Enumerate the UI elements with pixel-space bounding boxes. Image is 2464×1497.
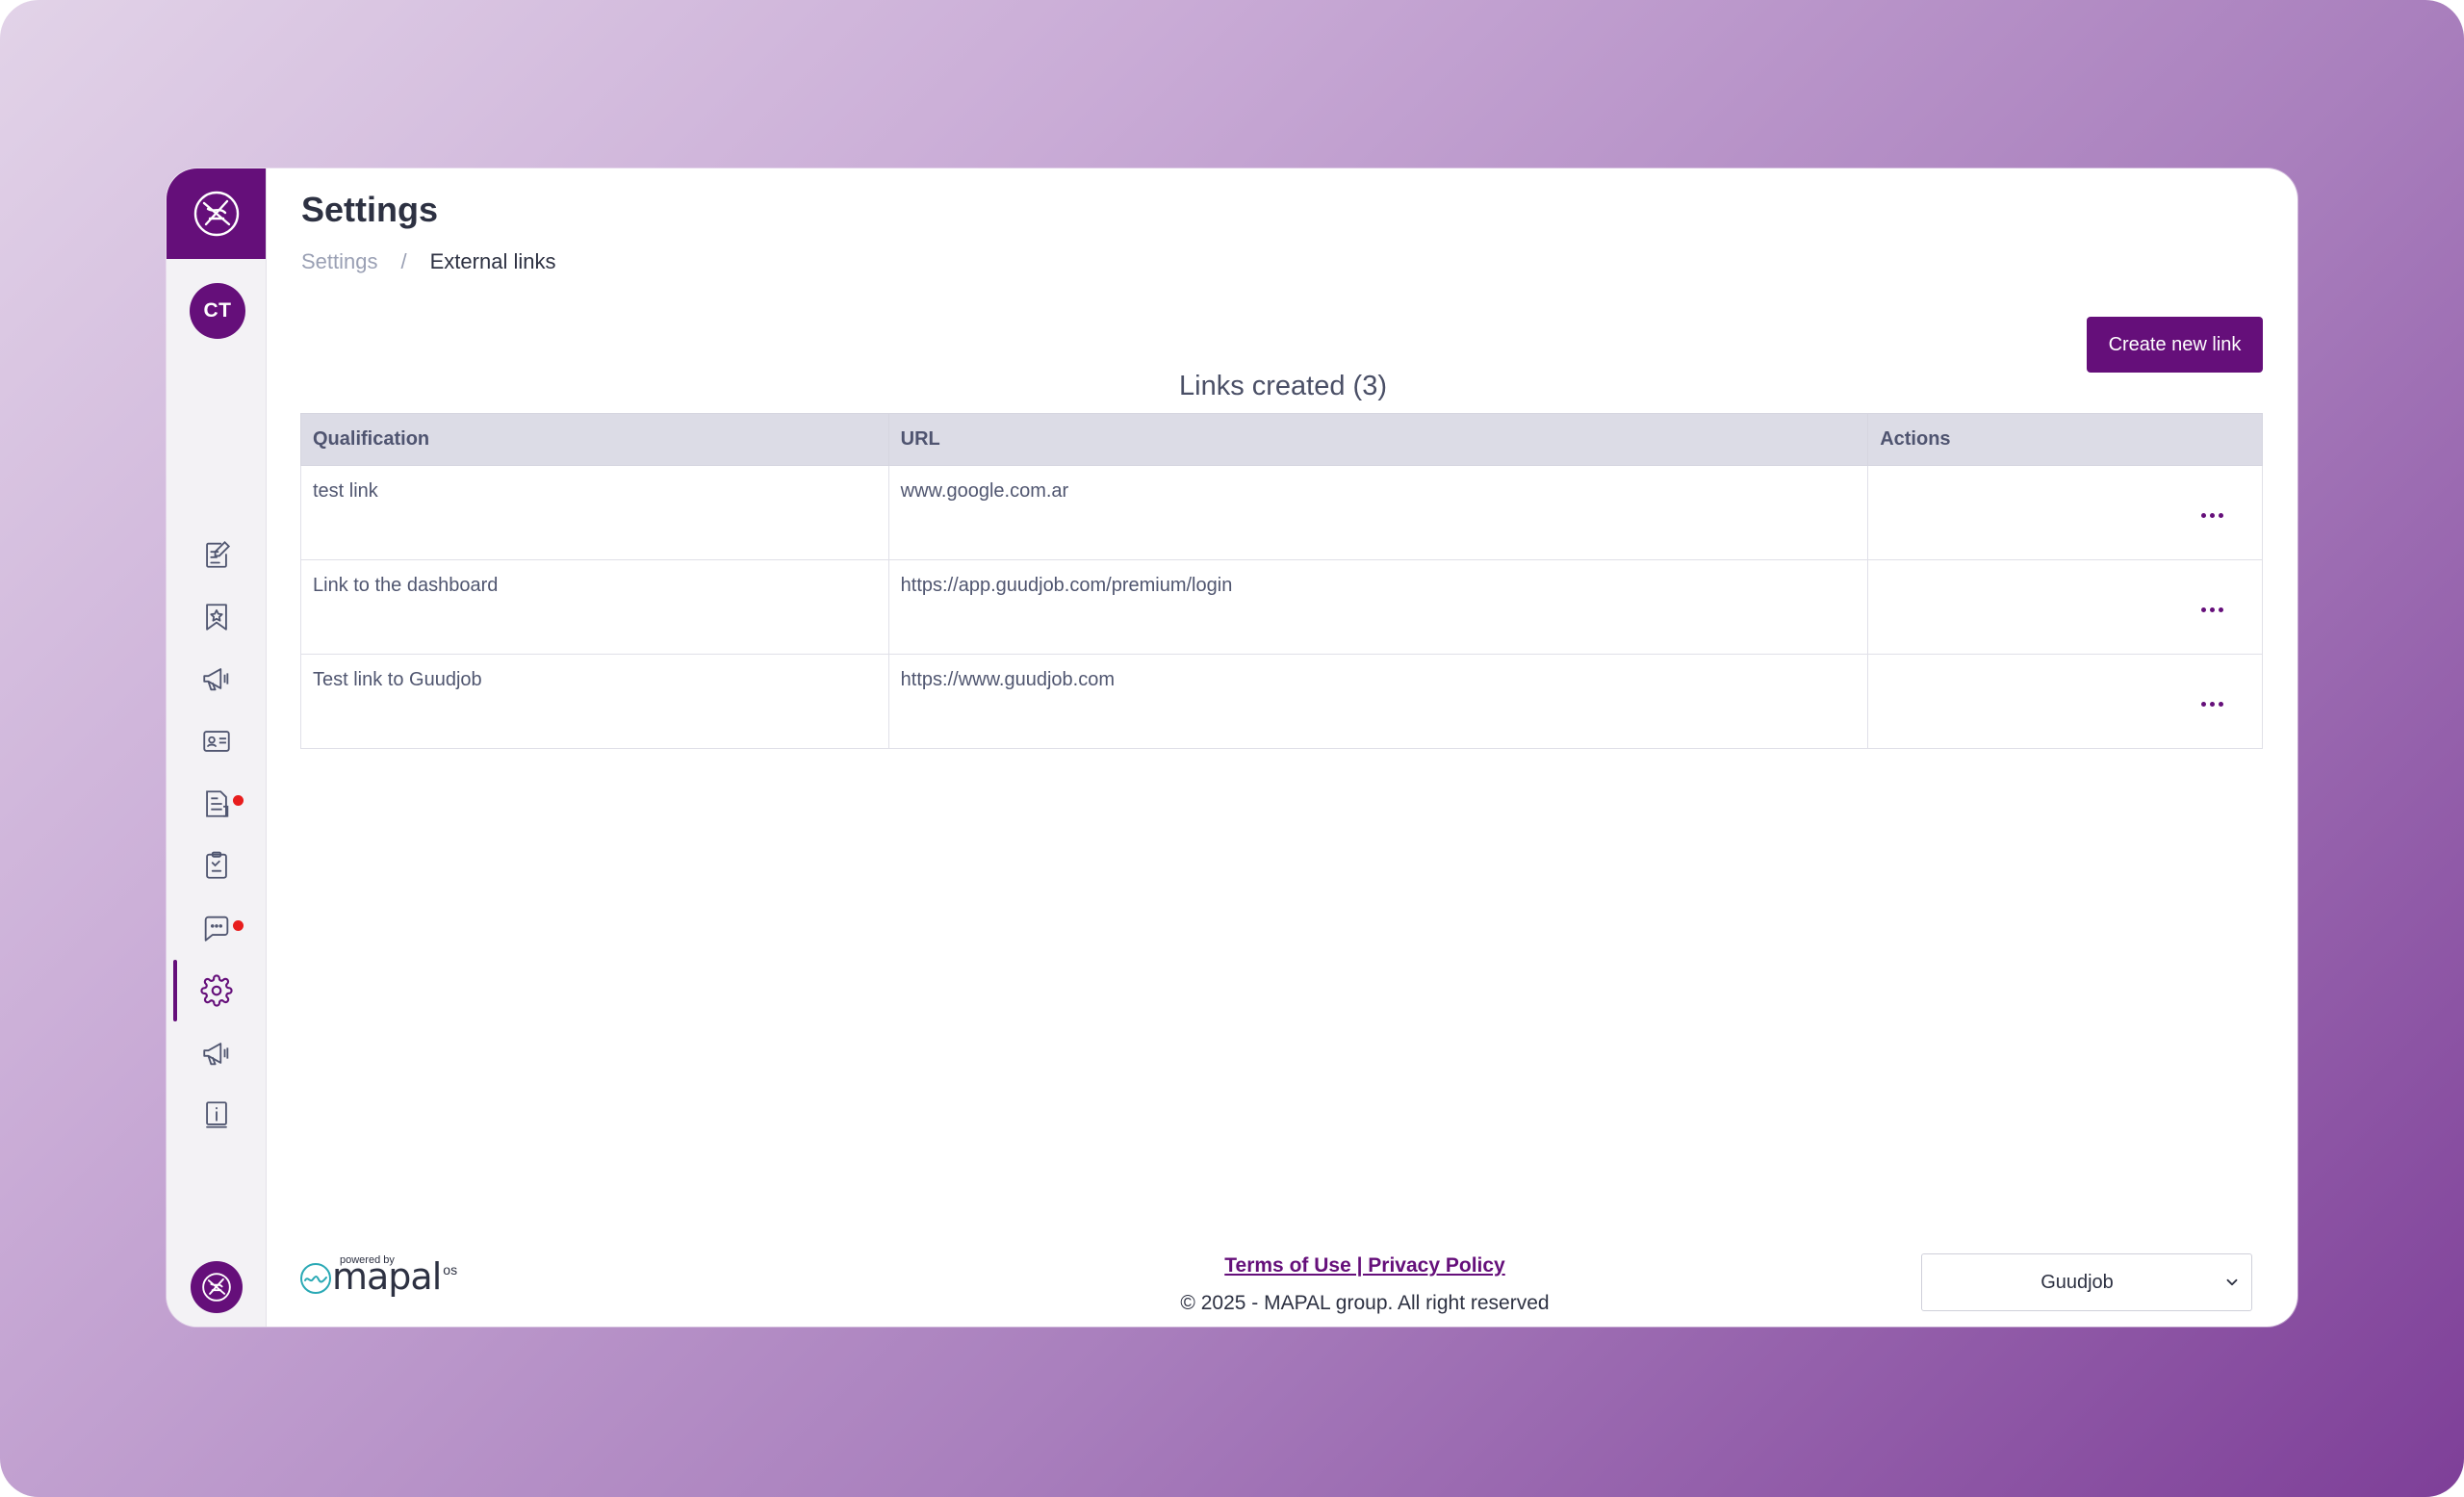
table-title: Links created (3) <box>1179 371 1387 401</box>
gear-icon <box>199 974 233 1007</box>
brand-selector[interactable]: Guudjob <box>1921 1253 2252 1311</box>
column-header-qualification: Qualification <box>300 413 889 466</box>
column-header-url: URL <box>887 413 1869 466</box>
sidebar-item-info[interactable] <box>167 1088 266 1142</box>
logo-icon <box>193 191 239 237</box>
clipboard-check-icon <box>205 851 227 879</box>
megaphone-icon <box>202 1043 228 1066</box>
avatar[interactable]: CT <box>190 283 245 339</box>
app-window: CT Settings Settings / External links Cr… <box>167 168 2297 1327</box>
more-actions-icon[interactable] <box>2201 607 2223 612</box>
page-title: Settings <box>301 190 439 229</box>
info-book-icon <box>205 1101 227 1128</box>
cell-actions <box>1867 465 2263 560</box>
app-logo[interactable] <box>167 168 266 259</box>
table-row: test link www.google.com.ar <box>300 465 2263 560</box>
news-notification-dot <box>233 920 244 931</box>
cell-url: https://www.guudjob.com <box>887 654 1869 749</box>
cell-qualification: Link to the dashboard <box>300 559 889 655</box>
brand-selector-value: Guudjob <box>2040 1271 2114 1293</box>
cell-actions <box>1867 559 2263 655</box>
cell-actions <box>1867 654 2263 749</box>
sidebar-item-announcements[interactable] <box>167 652 266 706</box>
breadcrumb-settings-link[interactable]: Settings <box>301 249 378 274</box>
mapal-wave-icon <box>300 1263 331 1294</box>
breadcrumb-current: External links <box>429 249 556 273</box>
cell-qualification: Test link to Guudjob <box>300 654 889 749</box>
create-new-link-button[interactable]: Create new link <box>2087 317 2263 373</box>
bookmark-star-icon <box>205 604 227 631</box>
sidebar-item-forms[interactable] <box>167 528 266 581</box>
sidebar-item-messages[interactable] <box>167 901 266 955</box>
id-card-icon <box>202 731 230 752</box>
sidebar-item-checklists[interactable] <box>167 839 266 892</box>
sidebar-item-documents[interactable] <box>167 777 266 831</box>
terms-privacy-link[interactable]: Terms of Use | Privacy Policy <box>1052 1254 1678 1278</box>
document-icon <box>205 790 228 817</box>
logo-icon <box>202 1273 231 1302</box>
bottom-logo[interactable] <box>191 1261 243 1313</box>
table-header-row: Qualification URL Actions <box>300 413 2263 466</box>
sidebar-item-id-cards[interactable] <box>167 714 266 768</box>
cell-qualification: test link <box>300 465 889 560</box>
cell-url: www.google.com.ar <box>887 465 1869 560</box>
links-table: Qualification URL Actions test link www.… <box>300 413 2263 749</box>
messages-notification-dot <box>233 795 244 806</box>
powered-by-text: powered by <box>340 1254 395 1266</box>
table-row: Link to the dashboard https://app.guudjo… <box>300 559 2263 655</box>
breadcrumb: Settings / External links <box>301 249 555 274</box>
megaphone-icon <box>202 668 228 691</box>
edit-document-icon <box>205 540 230 568</box>
background: CT Settings Settings / External links Cr… <box>0 0 2464 1497</box>
powered-by-logo: powered by mapal os <box>299 1254 458 1295</box>
more-actions-icon[interactable] <box>2201 702 2223 707</box>
sidebar-item-settings[interactable] <box>167 960 266 1021</box>
table-row: Test link to Guudjob https://www.guudjob… <box>300 654 2263 749</box>
more-actions-icon[interactable] <box>2201 513 2223 518</box>
cell-url: https://app.guudjob.com/premium/login <box>887 559 1869 655</box>
sidebar-item-reviews[interactable] <box>167 590 266 644</box>
breadcrumb-separator: / <box>400 249 407 273</box>
chat-bubble-icon <box>204 916 228 942</box>
chevron-down-icon <box>2213 1274 2251 1291</box>
powered-brand-suffix: os <box>443 1262 458 1278</box>
sidebar-item-news[interactable] <box>167 1026 266 1080</box>
column-header-actions: Actions <box>1867 413 2263 466</box>
copyright: © 2025 - MAPAL group. All right reserved <box>1180 1292 1550 1314</box>
